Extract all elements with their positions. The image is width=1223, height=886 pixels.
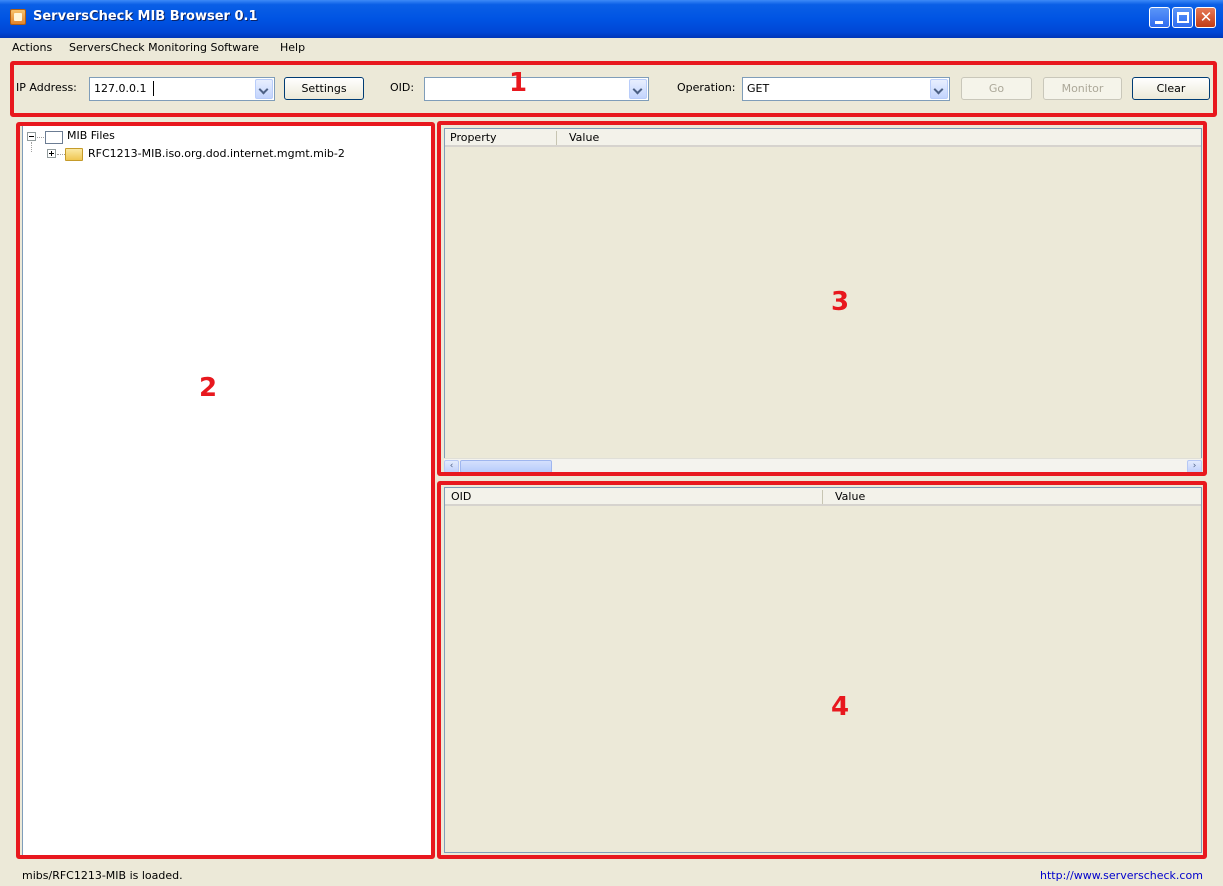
app-icon [10, 9, 26, 25]
annotation-number-4: 4 [831, 692, 850, 722]
menu-serverscheck-monitoring-software[interactable]: ServersCheck Monitoring Software [69, 41, 259, 54]
annotation-box-2 [16, 122, 435, 859]
annotation-number-1: 1 [509, 68, 528, 98]
annotation-number-3: 3 [831, 287, 850, 317]
close-button[interactable]: ✕ [1195, 7, 1216, 28]
minimize-button[interactable] [1149, 7, 1170, 28]
minimize-icon [1155, 21, 1163, 24]
title-bar[interactable]: ServersCheck MIB Browser 0.1 ✕ [0, 0, 1223, 38]
website-link[interactable]: http://www.serverscheck.com [1040, 869, 1203, 882]
window-title: ServersCheck MIB Browser 0.1 [33, 9, 258, 24]
maximize-button[interactable] [1172, 7, 1193, 28]
status-message: mibs/RFC1213-MIB is loaded. [22, 869, 183, 882]
close-icon: ✕ [1199, 8, 1213, 26]
menu-bar: Actions ServersCheck Monitoring Software… [0, 38, 1223, 58]
annotation-box-4 [437, 481, 1207, 859]
menu-actions[interactable]: Actions [12, 41, 52, 54]
annotation-box-3 [437, 121, 1207, 476]
annotation-box-1 [10, 61, 1217, 117]
annotation-number-2: 2 [199, 373, 218, 403]
maximize-icon [1177, 12, 1189, 23]
menu-help[interactable]: Help [280, 41, 305, 54]
